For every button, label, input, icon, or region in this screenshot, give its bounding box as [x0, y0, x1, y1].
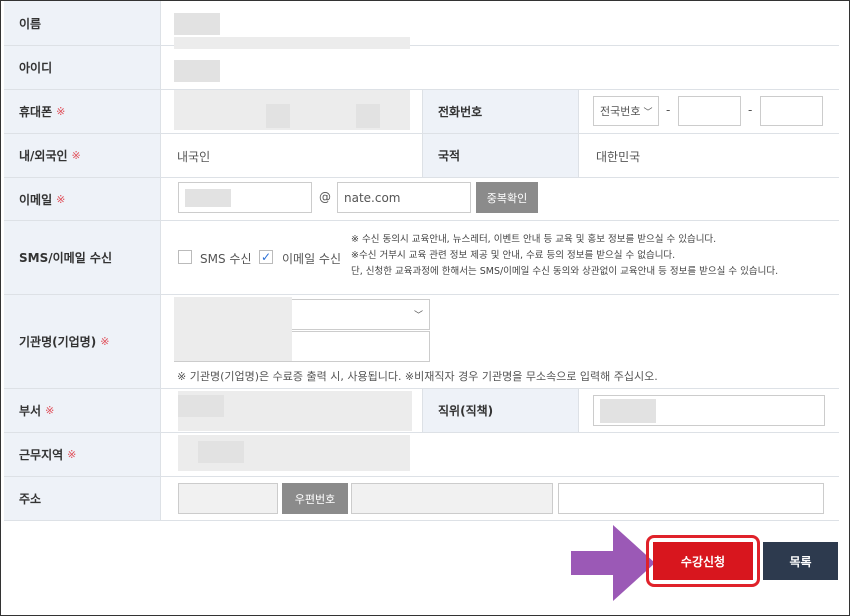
- email-checkbox-checked[interactable]: ✓: [259, 250, 273, 264]
- checkmark-icon: ✓: [260, 250, 272, 264]
- redaction: [185, 188, 231, 207]
- row-region: 근무지역 ※: [4, 433, 839, 477]
- row-phone: 휴대폰 ※ 전화번호 전국번호 ﹀ - -: [4, 90, 839, 134]
- phone-last-input[interactable]: [760, 96, 823, 126]
- row-address: 주소 우편번호: [4, 477, 839, 521]
- nationality-label: 국적: [422, 134, 579, 177]
- row-name: 이름: [4, 1, 839, 49]
- row-email: 이메일 ※ @ nate.com 중복확인: [4, 178, 839, 221]
- zipcode-button[interactable]: 우편번호: [282, 483, 348, 514]
- email-checkbox-label: 이메일 수신: [282, 252, 342, 266]
- row-dept: 부서 ※ 직위(직책): [4, 389, 839, 433]
- org-notice: ※ 기관명(기업명)은 수료증 출력 시, 사용됩니다. ※비재직자 경우 기관…: [177, 370, 658, 383]
- address-label: 주소: [4, 477, 161, 520]
- address-detail-input[interactable]: [558, 483, 824, 514]
- redaction: [266, 104, 290, 128]
- id-value-redacted: [174, 60, 220, 82]
- redaction: [178, 395, 224, 417]
- list-button[interactable]: 목록: [763, 542, 838, 580]
- sms-checkbox[interactable]: [178, 250, 192, 264]
- notice-line: ※ 수신 동의시 교육안내, 뉴스레터, 이벤트 안내 등 교육 및 홍보 정보…: [351, 234, 717, 245]
- nationality-type-label: 내/외국인 ※: [4, 134, 161, 177]
- sms-notice: ※ 수신 동의시 교육안내, 뉴스레터, 이벤트 안내 등 교육 및 홍보 정보…: [351, 232, 778, 280]
- notice-line: 단, 신청한 교육과정에 한해서는 SMS/이메일 수신 동의와 상관없이 교육…: [351, 266, 779, 277]
- application-form: 이름 아이디 휴대폰 ※ 전화번호 전국번호 ﹀ - - 내/외국인 ※ 내국인 국적…: [0, 0, 850, 616]
- org-redaction: [174, 297, 292, 361]
- email-check-button[interactable]: 중복확인: [476, 182, 538, 213]
- redaction: [356, 104, 380, 128]
- email-at: @: [319, 190, 331, 204]
- id-label: 아이디: [4, 46, 161, 89]
- row-id: 아이디: [4, 46, 839, 90]
- dash: -: [666, 103, 671, 117]
- address-main-input[interactable]: [351, 483, 553, 514]
- row-org: 기관명(기업명) ※ ﹀ ※ 기관명(기업명)은 수료증 출력 시, 사용됩니다.…: [4, 295, 839, 389]
- chevron-down-icon: ﹀: [643, 107, 653, 118]
- sms-email-label: SMS/이메일 수신: [4, 221, 161, 294]
- row-nationality: 내/외국인 ※ 내국인 국적 대한민국: [4, 134, 839, 178]
- position-label: 직위(직책): [422, 389, 579, 432]
- redaction: [198, 441, 244, 463]
- row-sms-email: SMS/이메일 수신 SMS 수신 ✓ 이메일 수신 ※ 수신 동의시 교육안내…: [4, 221, 839, 295]
- chevron-down-icon: ﹀: [413, 311, 423, 321]
- phone-area-select[interactable]: 전국번호 ﹀: [593, 96, 659, 126]
- sms-checkbox-label: SMS 수신: [200, 252, 252, 266]
- notice-line: ※수신 거부시 교육 관련 정보 제공 및 안내, 수료 등의 정보를 받으실 …: [351, 250, 676, 261]
- redaction: [600, 398, 656, 423]
- mobile-label: 휴대폰 ※: [4, 90, 161, 133]
- apply-button[interactable]: 수강신청: [653, 542, 753, 580]
- phone-middle-input[interactable]: [678, 96, 741, 126]
- email-id-input[interactable]: [178, 182, 312, 213]
- zipcode-input[interactable]: [178, 483, 278, 514]
- position-input[interactable]: [593, 395, 825, 426]
- email-label: 이메일 ※: [4, 178, 161, 220]
- name-label: 이름: [4, 1, 161, 45]
- phone-label: 전화번호: [422, 90, 579, 133]
- nationality-value: 대한민국: [596, 150, 641, 164]
- region-label: 근무지역 ※: [4, 433, 161, 476]
- email-domain-input[interactable]: nate.com: [337, 182, 471, 213]
- name-value-redacted: [174, 13, 220, 35]
- org-label: 기관명(기업명) ※: [4, 295, 161, 388]
- dept-label: 부서 ※: [4, 389, 161, 432]
- nationality-type-value: 내국인: [177, 150, 211, 164]
- dash: -: [748, 103, 753, 117]
